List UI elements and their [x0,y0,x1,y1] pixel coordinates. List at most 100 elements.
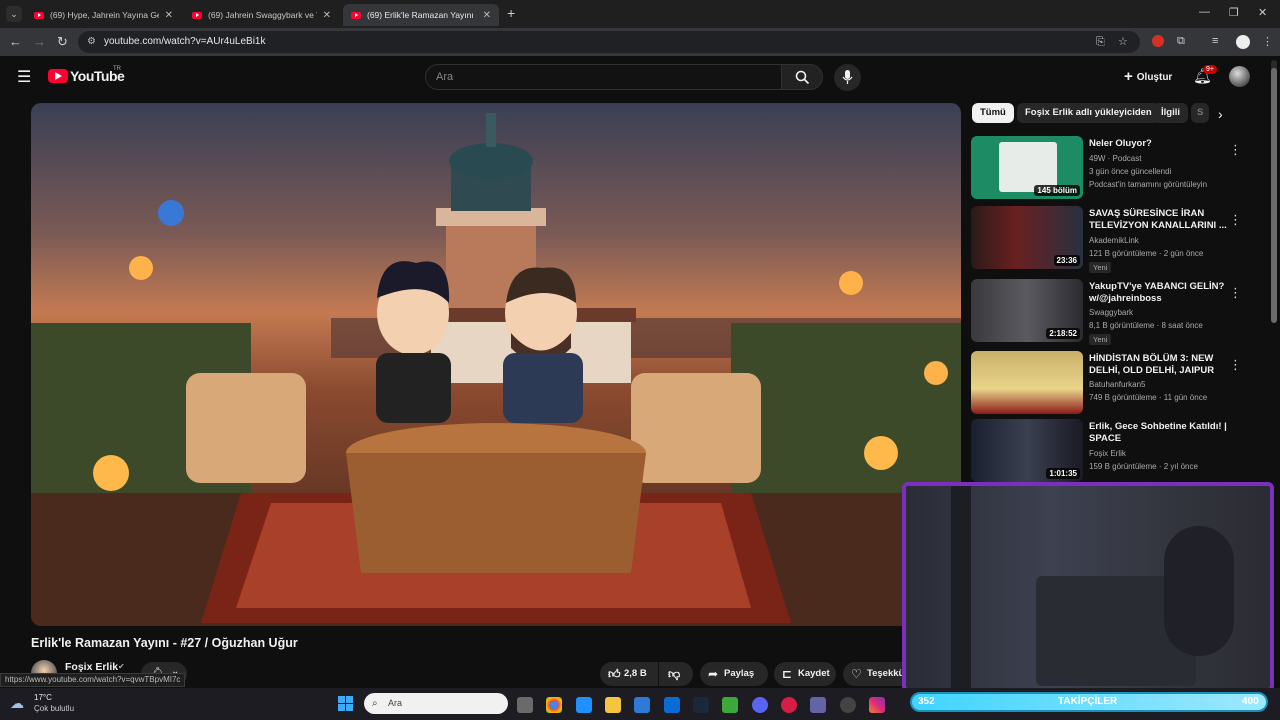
store-icon[interactable] [634,697,650,713]
followers-progress-bar: 352 TAKİPÇİLER 400 [910,692,1268,712]
site-info-icon[interactable]: ⚙ [87,31,96,53]
like-button[interactable]: 👍︎ 2,8 B [600,662,658,686]
install-app-icon[interactable]: ⎘ [1096,31,1105,53]
close-icon[interactable]: ✕ [323,10,331,21]
followers-goal: 400 [1242,696,1259,707]
video-player[interactable] [31,103,961,626]
more-options-icon[interactable]: ⋮ [1229,142,1242,158]
chip-more[interactable]: S [1191,103,1209,123]
more-options-icon[interactable]: ⋮ [1229,357,1242,373]
weather-desc[interactable]: Çok bulutlu [34,704,74,713]
file-explorer-icon[interactable] [605,697,621,713]
window-close-icon[interactable]: ✕ [1258,6,1267,19]
maximize-icon[interactable]: ❐ [1229,6,1239,19]
tab-search-icon[interactable]: ⌄ [6,6,22,22]
more-options-icon[interactable]: ⋮ [1229,212,1242,228]
start-windows-icon[interactable] [338,696,353,711]
channel-name[interactable]: Foşix Erlik [65,661,118,673]
youtube-header: ☰ YouTube TR Ara + Oluştur 🔔︎ 9+ [0,56,1280,98]
rec-link[interactable]: Podcast'in tamamını görüntüleyin [1089,180,1207,189]
share-button[interactable]: ➦ Paylaş [700,662,768,686]
close-icon[interactable]: ✕ [165,10,173,21]
media-player-icon[interactable] [781,697,797,713]
teams-icon[interactable] [810,697,826,713]
rec-title: YakupTV'ye YABANCI GELİN? w/@jahreinboss [1089,281,1225,304]
back-icon[interactable]: ← [9,34,22,49]
scrollbar-thumb[interactable] [1271,68,1277,323]
rec-title: SAVAŞ SÜRESİNCE İRAN TELEVİZYON KANALLAR… [1089,208,1227,231]
tab-title: (69) Erlik'le Ramazan Yayını [367,10,474,20]
minimize-icon[interactable]: — [1199,6,1210,18]
taskbar-search-placeholder: Ara [388,698,403,708]
video-duration: 23:36 [1053,255,1080,266]
bookmark-star-icon[interactable]: ☆ [1118,31,1128,53]
search-icon: ⌕ [372,698,378,709]
thanks-label: Teşekkü [867,668,903,679]
video-thumbnail[interactable]: 2:18:52 [971,279,1083,342]
monitor-app-icon[interactable] [576,697,592,713]
account-avatar[interactable] [1229,66,1250,87]
close-icon[interactable]: ✕ [483,10,491,21]
browser-menu-icon[interactable]: ⋮ [1262,35,1273,48]
weather-temp[interactable]: 17°C [34,693,52,702]
chip-related[interactable]: İlgili [1153,103,1188,123]
create-button[interactable]: + Oluştur [1114,64,1182,90]
more-options-icon[interactable]: ⋮ [1229,285,1242,301]
new-tab-icon[interactable]: + [507,5,515,21]
recommendation-item[interactable]: 145 bölüm Neler Oluyor? 49W · Podcast 3 … [971,136,1261,200]
verified-check-icon: ✔ [118,662,125,671]
browser-tab-1[interactable]: (69) Hype, Jahrein Yayına Geliyo ✕ [26,4,181,26]
plus-icon: + [1124,68,1133,85]
chip-all[interactable]: Tümü [972,103,1014,123]
door-frame [951,486,971,688]
rec-channel: AkademikLink [1089,236,1139,245]
video-thumbnail[interactable]: 145 bölüm [971,136,1083,199]
browser-tab-3[interactable]: (69) Erlik'le Ramazan Yayını ✕ [343,4,499,26]
instagram-icon[interactable] [869,697,885,713]
tab-title: (69) Jahrein Swaggybark ve Yak [208,10,317,20]
reload-icon[interactable]: ↻ [57,34,68,50]
browser-tab-strip: ⌄ (69) Hype, Jahrein Yayına Geliyo ✕ (69… [0,0,1280,28]
obs-icon[interactable] [840,697,856,713]
video-thumbnail[interactable]: 23:36 [971,206,1083,269]
person-silhouette [1164,526,1234,656]
save-button[interactable]: ⊏ Kaydet [774,662,836,686]
mail-icon[interactable] [664,697,680,713]
save-label: Kaydet [798,668,830,679]
voice-search-button[interactable] [834,64,861,91]
chevron-right-icon[interactable]: › [1218,106,1223,122]
forward-icon[interactable]: → [33,34,46,49]
chrome-icon[interactable] [546,697,562,713]
video-thumbnail[interactable]: 1:01:35 [971,419,1083,482]
thanks-button[interactable]: ♡ Teşekkü [843,662,903,686]
task-view-icon[interactable] [517,697,533,713]
search-button[interactable] [781,64,823,90]
media-controls-icon[interactable]: ≡ [1212,35,1218,47]
extension-red-icon[interactable] [1152,35,1164,47]
search-input[interactable]: Ara [425,64,782,90]
recommendation-item[interactable]: 23:36 SAVAŞ SÜRESİNCE İRAN TELEVİZYON KA… [971,206,1261,273]
extensions-puzzle-icon[interactable]: ⧉ [1177,35,1185,48]
address-bar[interactable]: ⚙ youtube.com/watch?v=AUr4uLeBi1k ⎘ ☆ [78,31,1140,53]
dislike-button[interactable]: 👎︎ [659,662,693,686]
browser-tab-2[interactable]: (69) Jahrein Swaggybark ve Yak ✕ [184,4,339,26]
hamburger-menu-icon[interactable]: ☰ [17,67,31,87]
recommendation-item[interactable]: HİNDİSTAN BÖLÜM 3: NEW DELHİ, OLD DELHİ,… [971,351,1261,415]
profile-avatar-icon[interactable] [1236,35,1250,49]
followers-current: 352 [918,696,935,707]
rec-meta: 749 B görüntüleme · 11 gün önce [1089,393,1208,402]
rec-meta: 121 B görüntüleme · 2 gün önce [1089,249,1204,258]
steam-icon[interactable] [693,697,709,713]
video-thumbnail[interactable] [971,351,1083,414]
chip-from-uploader[interactable]: Foşix Erlik adlı yükleyiciden [1017,103,1160,123]
thanks-heart-icon: ♡ [851,667,862,681]
like-count: 2,8 B [624,668,647,679]
rec-meta: 3 gün önce güncellendi [1089,167,1172,176]
discord-icon[interactable] [752,697,768,713]
page-scrollbar[interactable] [1271,60,1277,323]
youtube-logo-icon[interactable] [48,69,68,83]
recommendation-item[interactable]: 1:01:35 Erlik, Gece Sohbetine Katıldı! |… [971,419,1261,483]
taskbar-search-input[interactable]: ⌕ Ara [364,693,508,714]
xbox-app-icon[interactable] [722,697,738,713]
recommendation-item[interactable]: 2:18:52 YakupTV'ye YABANCI GELİN? w/@jah… [971,279,1261,345]
